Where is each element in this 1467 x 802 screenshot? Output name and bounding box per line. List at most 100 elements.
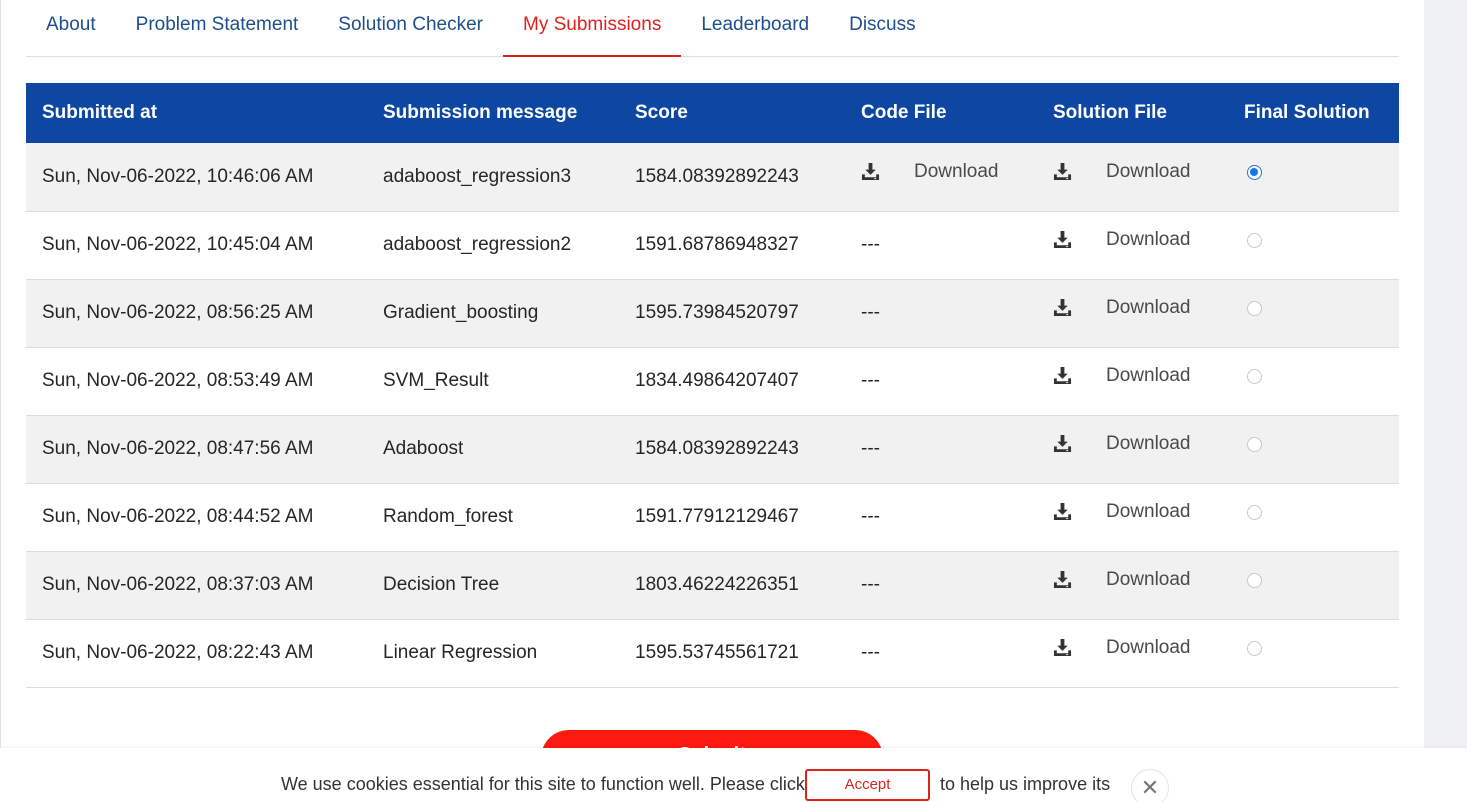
download-label: Download <box>1106 636 1191 658</box>
code-file-cell: --- <box>861 506 880 527</box>
solution-file-cell: Download <box>1037 415 1228 483</box>
final-solution-cell <box>1228 143 1399 211</box>
score-cell: 1834.49864207407 <box>635 370 799 391</box>
header-final-solution: Final Solution <box>1244 102 1370 123</box>
tab-discuss[interactable]: Discuss <box>829 0 936 53</box>
code-file-cell: Download <box>845 143 1037 211</box>
final-solution-cell <box>1228 415 1399 483</box>
download-label: Download <box>1106 432 1191 454</box>
table-row: Sun, Nov-06-2022, 08:37:03 AM Decision Tr… <box>26 551 1399 619</box>
solution-file-download-link[interactable]: Download <box>1053 501 1191 523</box>
final-solution-cell <box>1228 483 1399 551</box>
submitted-at-cell: Sun, Nov-06-2022, 08:53:49 AM <box>42 370 314 391</box>
download-icon <box>1053 435 1072 453</box>
download-icon <box>1053 162 1072 181</box>
header-submission-message: Submission message <box>383 102 578 123</box>
download-icon <box>861 162 880 181</box>
cookie-banner: We use cookies essential for this site t… <box>0 748 1467 802</box>
final-solution-radio[interactable] <box>1247 573 1262 588</box>
submission-message-cell: adaboost_regression2 <box>383 234 572 255</box>
tab-problem-statement[interactable]: Problem Statement <box>116 0 319 53</box>
tab-my-submissions[interactable]: My Submissions <box>503 0 682 57</box>
tab-about[interactable]: About <box>26 0 116 53</box>
final-solution-cell <box>1228 347 1399 415</box>
final-solution-radio[interactable] <box>1247 301 1262 316</box>
score-cell: 1584.08392892243 <box>635 165 799 187</box>
solution-file-download-link[interactable]: Download <box>1053 433 1191 455</box>
download-label: Download <box>1106 568 1191 590</box>
tab-leaderboard[interactable]: Leaderboard <box>681 0 829 53</box>
solution-file-cell: Download <box>1037 143 1228 211</box>
download-label: Download <box>1106 296 1191 318</box>
tab-solution-checker[interactable]: Solution Checker <box>318 0 503 53</box>
score-cell: 1595.53745561721 <box>635 642 799 663</box>
code-file-download-link[interactable]: Download <box>861 161 999 183</box>
page-left-border <box>0 0 1 750</box>
final-solution-radio[interactable] <box>1247 233 1262 248</box>
code-file-cell: --- <box>861 642 880 663</box>
header-score: Score <box>635 102 688 123</box>
table-row: Sun, Nov-06-2022, 08:56:25 AM Gradient_bo… <box>26 279 1399 347</box>
solution-file-download-link[interactable]: Download <box>1053 297 1191 319</box>
download-icon <box>1053 231 1072 249</box>
final-solution-cell <box>1228 279 1399 347</box>
solution-file-cell: Download <box>1037 347 1228 415</box>
submitted-at-cell: Sun, Nov-06-2022, 08:37:03 AM <box>42 574 314 595</box>
cookie-message: We use cookies essential for this site t… <box>281 774 805 794</box>
final-solution-radio[interactable] <box>1247 437 1262 452</box>
submission-message-cell: Random_forest <box>383 506 513 527</box>
download-label: Download <box>1106 500 1191 522</box>
submission-message-cell: Decision Tree <box>383 574 500 595</box>
solution-file-cell: Download <box>1037 551 1228 619</box>
submission-message-cell: Linear Regression <box>383 642 538 663</box>
table-row: Sun, Nov-06-2022, 08:22:43 AM Linear Regr… <box>26 619 1399 687</box>
solution-file-cell: Download <box>1037 279 1228 347</box>
download-icon <box>1053 571 1072 589</box>
code-file-cell: --- <box>861 438 880 459</box>
final-solution-radio[interactable] <box>1247 641 1262 656</box>
solution-file-download-link[interactable]: Download <box>1053 365 1191 387</box>
download-icon <box>1053 299 1072 317</box>
submitted-at-cell: Sun, Nov-06-2022, 08:56:25 AM <box>42 302 314 323</box>
solution-file-download-link[interactable]: Download <box>1053 229 1191 251</box>
solution-file-download-link[interactable]: Download <box>1053 569 1191 591</box>
header-code-file: Code File <box>861 102 947 123</box>
table-row: Sun, Nov-06-2022, 08:53:49 AM SVM_Result 1… <box>26 347 1399 415</box>
solution-file-download-link[interactable]: Download <box>1053 637 1191 659</box>
final-solution-cell <box>1228 619 1399 687</box>
solution-file-cell: Download <box>1037 619 1228 687</box>
close-cookie-button[interactable]: ✕ <box>1131 769 1169 802</box>
download-icon <box>1053 639 1072 657</box>
solution-file-cell: Download <box>1037 211 1228 279</box>
download-label: Download <box>1106 364 1191 386</box>
submitted-at-cell: Sun, Nov-06-2022, 08:22:43 AM <box>42 642 314 663</box>
download-label: Download <box>1106 228 1191 250</box>
header-solution-file: Solution File <box>1053 102 1167 123</box>
submissions-table: Submitted at Submission message Score Co… <box>26 83 1399 688</box>
submission-message-cell: SVM_Result <box>383 370 489 391</box>
submission-message-cell: adaboost_regression3 <box>383 165 572 187</box>
download-icon <box>1053 503 1072 521</box>
score-cell: 1584.08392892243 <box>635 438 799 459</box>
score-cell: 1591.68786948327 <box>635 234 799 255</box>
code-file-cell: --- <box>861 302 880 323</box>
submission-message-cell: Gradient_boosting <box>383 302 539 323</box>
final-solution-radio[interactable] <box>1247 369 1262 384</box>
cookie-message-suffix: to help us improve its <box>940 774 1111 794</box>
code-file-cell: --- <box>861 574 880 595</box>
final-solution-radio[interactable] <box>1247 164 1262 180</box>
accept-cookies-button[interactable]: Accept <box>805 769 930 801</box>
table-header-row: Submitted at Submission message Score Co… <box>26 83 1399 143</box>
code-file-cell: --- <box>861 234 880 255</box>
submitted-at-cell: Sun, Nov-06-2022, 10:46:06 AM <box>42 165 314 187</box>
solution-file-download-link[interactable]: Download <box>1053 161 1191 183</box>
tab-bar: About Problem Statement Solution Checker… <box>26 0 1399 57</box>
table-row: Sun, Nov-06-2022, 10:45:04 AM adaboost_re… <box>26 211 1399 279</box>
download-icon <box>1053 367 1072 385</box>
solution-file-cell: Download <box>1037 483 1228 551</box>
final-solution-cell <box>1228 551 1399 619</box>
submitted-at-cell: Sun, Nov-06-2022, 10:45:04 AM <box>42 234 314 255</box>
right-gutter <box>1424 0 1467 802</box>
code-file-cell: --- <box>861 370 880 391</box>
final-solution-radio[interactable] <box>1247 505 1262 520</box>
